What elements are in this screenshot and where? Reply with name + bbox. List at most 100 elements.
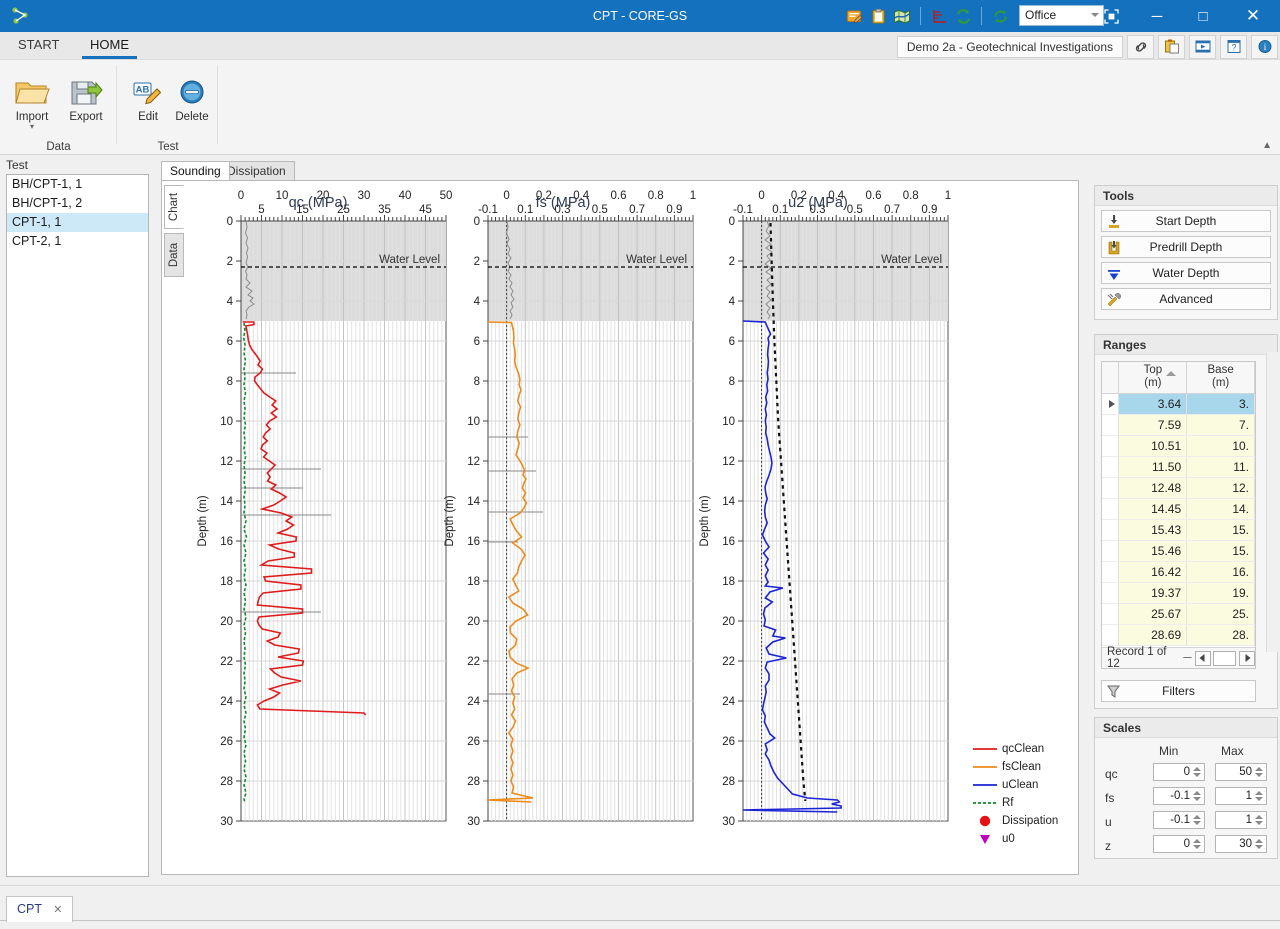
column-header-top[interactable]: Top (m) [1119, 362, 1188, 393]
advanced-button[interactable]: Advanced [1101, 288, 1271, 310]
cell-top[interactable]: 12.48 [1119, 478, 1188, 498]
z-max-input[interactable]: 30 [1215, 835, 1267, 853]
table-row[interactable]: 25.67 25. [1102, 604, 1255, 625]
cell-base[interactable]: 12. [1187, 478, 1255, 498]
tab-home[interactable]: HOME [82, 35, 137, 59]
qc-max-input[interactable]: 50 [1215, 763, 1267, 781]
cell-base[interactable]: 25. [1187, 604, 1255, 624]
test-list-item[interactable]: BH/CPT-1, 2 [7, 194, 148, 213]
delete-button[interactable]: Delete [164, 66, 220, 123]
spin-down-icon[interactable] [1193, 797, 1201, 801]
cell-top[interactable]: 11.50 [1119, 457, 1188, 477]
column-header-base[interactable]: Base (m) [1187, 362, 1255, 393]
spin-up-icon[interactable] [1193, 815, 1201, 819]
cell-top[interactable]: 14.45 [1119, 499, 1188, 519]
cell-top[interactable]: 16.42 [1119, 562, 1188, 582]
legend-item-uclean[interactable]: uClean [972, 776, 1068, 794]
legend-item-fsclean[interactable]: fsClean [972, 758, 1068, 776]
sounding-plots-svg[interactable]: 0 10 20 30 40 50 5 15 25 35 45 024 6810 … [188, 185, 1074, 870]
spin-down-icon[interactable] [1255, 821, 1263, 825]
cell-top[interactable]: 15.46 [1119, 541, 1188, 561]
cell-base[interactable]: 15. [1187, 541, 1255, 561]
z-min-input[interactable]: 0 [1153, 835, 1205, 853]
cell-base[interactable]: 11. [1187, 457, 1255, 477]
collapse-dash-icon[interactable]: ─ [1183, 652, 1191, 664]
table-row[interactable]: 19.37 19. [1102, 583, 1255, 604]
legend-item-dissipation[interactable]: Dissipation [972, 812, 1068, 830]
spin-up-icon[interactable] [1255, 767, 1263, 771]
fs-min-input[interactable]: -0.1 [1153, 787, 1205, 805]
legend-item-qcclean[interactable]: qcClean [972, 740, 1068, 758]
u-min-input[interactable]: -0.1 [1153, 811, 1205, 829]
spin-up-icon[interactable] [1255, 839, 1263, 843]
prev-record-button[interactable] [1194, 650, 1211, 666]
spin-down-icon[interactable] [1193, 845, 1201, 849]
help-doc-icon[interactable]: ? [1220, 34, 1247, 59]
sync-icon[interactable] [951, 3, 975, 29]
predrill-depth-button[interactable]: Predrill Depth [1101, 236, 1271, 258]
spin-down-icon[interactable] [1255, 845, 1263, 849]
project-selector[interactable]: Demo 2a - Geotechnical Investigations [896, 35, 1123, 58]
cell-top[interactable]: 3.64 [1119, 394, 1188, 414]
spin-down-icon[interactable] [1255, 773, 1263, 777]
notes-icon[interactable] [842, 3, 866, 29]
chevron-down-icon[interactable]: ▾ [4, 123, 60, 131]
cell-base[interactable]: 14. [1187, 499, 1255, 519]
legend-item-u0[interactable]: u0 [972, 830, 1068, 848]
profile-icon[interactable] [927, 3, 951, 29]
spin-down-icon[interactable] [1193, 821, 1201, 825]
table-row[interactable]: 16.42 16. [1102, 562, 1255, 583]
paste-icon[interactable] [1158, 34, 1185, 59]
import-button[interactable]: Import ▾ [4, 66, 60, 131]
spin-up-icon[interactable] [1193, 839, 1201, 843]
refresh-icon[interactable] [988, 3, 1012, 29]
record-number-input[interactable] [1212, 650, 1237, 666]
test-list-item[interactable]: CPT-2, 1 [7, 232, 148, 251]
spin-up-icon[interactable] [1193, 767, 1201, 771]
table-row[interactable]: 7.59 7. [1102, 415, 1255, 436]
cell-base[interactable]: 10. [1187, 436, 1255, 456]
video-icon[interactable] [1189, 34, 1216, 59]
qc-min-input[interactable]: 0 [1153, 763, 1205, 781]
fs-max-input[interactable]: 1 [1215, 787, 1267, 805]
table-row[interactable]: 3.64 3. [1102, 394, 1255, 415]
right-panel-scrollbar[interactable] [1266, 352, 1280, 652]
tab-start[interactable]: START [10, 35, 67, 59]
spin-up-icon[interactable] [1255, 791, 1263, 795]
u-max-input[interactable]: 1 [1215, 811, 1267, 829]
table-row[interactable]: 10.51 10. [1102, 436, 1255, 457]
tab-sounding[interactable]: Sounding [161, 161, 230, 180]
close-icon[interactable]: ✕ [53, 904, 62, 916]
water-depth-button[interactable]: Water Depth [1101, 262, 1271, 284]
spin-down-icon[interactable] [1255, 797, 1263, 801]
maximize-button[interactable]: □ [1180, 0, 1226, 32]
ranges-grid[interactable]: Top (m) Base (m) 3.64 3. 7.59 7. 10.51 1… [1101, 361, 1256, 669]
cell-top[interactable]: 25.67 [1119, 604, 1188, 624]
table-row[interactable]: 14.45 14. [1102, 499, 1255, 520]
cell-top[interactable]: 19.37 [1119, 583, 1188, 603]
export-button[interactable]: Export [58, 66, 114, 123]
spin-up-icon[interactable] [1193, 791, 1201, 795]
cell-top[interactable]: 10.51 [1119, 436, 1188, 456]
cell-base[interactable]: 16. [1187, 562, 1255, 582]
cell-base[interactable]: 7. [1187, 415, 1255, 435]
cell-top[interactable]: 7.59 [1119, 415, 1188, 435]
cell-top[interactable]: 28.69 [1119, 625, 1188, 645]
spin-up-icon[interactable] [1255, 815, 1263, 819]
close-button[interactable]: ✕ [1230, 0, 1276, 32]
spin-down-icon[interactable] [1193, 773, 1201, 777]
clipboard-icon[interactable] [866, 3, 890, 29]
link-icon[interactable] [1127, 34, 1154, 59]
filters-button[interactable]: Filters [1101, 680, 1256, 702]
test-list[interactable]: BH/CPT-1, 1 BH/CPT-1, 2 CPT-1, 1 CPT-2, … [6, 174, 149, 877]
test-list-item[interactable]: BH/CPT-1, 1 [7, 175, 148, 194]
fullscreen-button[interactable] [1088, 0, 1134, 32]
cell-base[interactable]: 3. [1187, 394, 1255, 414]
info-icon[interactable]: i [1251, 34, 1278, 59]
chevron-up-icon[interactable]: ▲ [1262, 140, 1272, 151]
table-row[interactable]: 28.69 28. [1102, 625, 1255, 646]
cell-base[interactable]: 28. [1187, 625, 1255, 645]
cell-base[interactable]: 15. [1187, 520, 1255, 540]
start-depth-button[interactable]: Start Depth [1101, 210, 1271, 232]
map-icon[interactable] [890, 3, 914, 29]
